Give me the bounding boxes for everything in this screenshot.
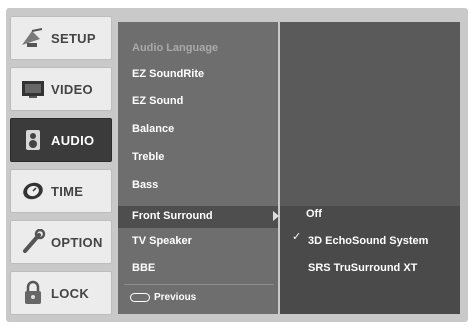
speaker-icon: [17, 125, 49, 155]
sidebar-item-label: SETUP: [51, 30, 96, 46]
front-surround-submenu: ✓ Off 3D EchoSound System SRS TruSurroun…: [280, 22, 460, 314]
menu-item-tv-speaker[interactable]: TV Speaker: [132, 235, 192, 247]
menu-item-balance[interactable]: Balance: [132, 123, 174, 135]
menu-item-audio-language: Audio Language: [132, 42, 219, 54]
menu-divider: [124, 284, 274, 285]
submenu-empty-area: [280, 22, 460, 206]
submenu-option-off[interactable]: Off: [306, 208, 322, 220]
satellite-dish-icon: [17, 23, 49, 53]
sidebar-item-audio[interactable]: AUDIO: [10, 118, 112, 162]
wrench-icon: [17, 227, 49, 257]
previous-label: Previous: [154, 292, 197, 303]
submenu-option-srs-trusurround[interactable]: SRS TruSurround XT: [308, 262, 417, 274]
sidebar-item-lock[interactable]: LOCK: [10, 271, 112, 315]
sidebar-item-label: LOCK: [51, 285, 90, 301]
sidebar-item-option[interactable]: OPTION: [10, 220, 112, 264]
audio-menu: Audio Language EZ SoundRite EZ Sound Bal…: [118, 22, 279, 314]
sidebar-item-label: TIME: [51, 183, 84, 199]
menu-item-treble[interactable]: Treble: [132, 151, 164, 163]
clock-icon: [17, 176, 49, 206]
menu-item-label: Front Surround: [132, 210, 213, 222]
checkmark-icon: ✓: [292, 231, 302, 243]
sidebar-item-time[interactable]: TIME: [10, 169, 112, 213]
previous-button[interactable]: Previous: [130, 292, 196, 303]
sidebar-item-label: AUDIO: [51, 132, 95, 148]
sidebar-item-label: OPTION: [51, 234, 103, 250]
tv-screen-icon: [17, 74, 49, 104]
menu-item-ez-sound[interactable]: EZ Sound: [132, 95, 183, 107]
sidebar: SETUP VIDEO AUDIO TIME OPTION LOCK: [10, 16, 114, 316]
padlock-icon: [17, 278, 49, 308]
menu-key-icon: [130, 293, 150, 302]
menu-item-front-surround[interactable]: Front Surround: [118, 206, 279, 228]
menu-item-bbe[interactable]: BBE: [132, 262, 155, 274]
chevron-right-icon: [273, 211, 279, 221]
menu-item-ez-soundrite[interactable]: EZ SoundRite: [132, 68, 204, 80]
submenu-option-3d-echosound[interactable]: 3D EchoSound System: [308, 235, 428, 247]
sidebar-item-label: VIDEO: [51, 81, 93, 97]
sidebar-item-video[interactable]: VIDEO: [10, 67, 112, 111]
sidebar-item-setup[interactable]: SETUP: [10, 16, 112, 60]
menu-item-bass[interactable]: Bass: [132, 179, 158, 191]
